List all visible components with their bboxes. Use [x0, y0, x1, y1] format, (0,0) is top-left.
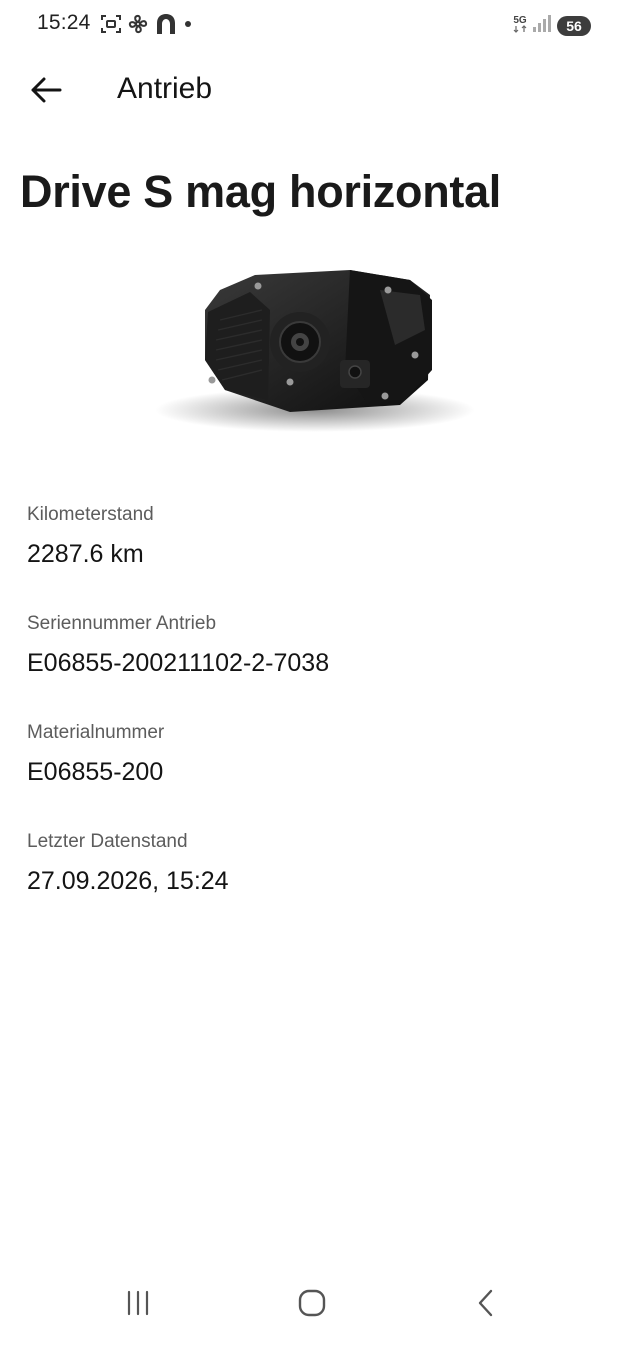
last-data-update-label: Letzter Datenstand [27, 831, 188, 852]
dot-icon [183, 13, 193, 40]
status-icons-left [100, 12, 193, 41]
mileage-label: Kilometerstand [27, 504, 154, 525]
signal-icon [532, 13, 552, 38]
page-title: Drive S mag horizontal [20, 166, 501, 217]
system-nav-bar [0, 1260, 623, 1350]
serial-number-value: E06855-200211102-2-7038 [27, 649, 330, 677]
home-circle-icon [297, 1288, 327, 1323]
battery-icon: 56 [557, 15, 591, 36]
material-number-value: E06855-200 [27, 758, 164, 786]
back-arrow-icon [28, 72, 64, 113]
status-icons-right: 5G 56 [513, 13, 591, 38]
fan-icon [127, 13, 149, 40]
drive-motor-image [150, 250, 480, 440]
home-app-icon [154, 12, 178, 41]
5g-icon: 5G [513, 16, 527, 35]
screenshot-icon [100, 13, 122, 40]
recents-button[interactable] [113, 1280, 163, 1330]
top-bar-title: Antrieb [117, 72, 213, 105]
serial-number-label: Seriennummer Antrieb [27, 613, 217, 634]
detail-last-data-update: Letzter Datenstand 27.09.2026, 15:24 [27, 831, 329, 936]
material-number-label: Materialnummer [27, 722, 165, 743]
detail-list: Kilometerstand 2287.6 km Seriennummer An… [27, 500, 329, 936]
recents-icon [123, 1288, 153, 1323]
top-app-bar: Antrieb [0, 60, 623, 120]
status-time: 15:24 [37, 11, 91, 34]
back-button[interactable] [22, 68, 70, 116]
detail-serial-number: Seriennummer Antrieb E06855-200211102-2-… [27, 613, 329, 718]
nav-back-button[interactable] [462, 1280, 512, 1330]
detail-mileage: Kilometerstand 2287.6 km [27, 504, 329, 609]
home-button[interactable] [287, 1280, 337, 1330]
status-bar: 15:24 5G 56 [0, 0, 623, 48]
last-data-update-value: 27.09.2026, 15:24 [27, 867, 229, 895]
nav-back-icon [472, 1288, 502, 1323]
detail-material-number: Materialnummer E06855-200 [27, 722, 329, 827]
mileage-value: 2287.6 km [27, 540, 144, 568]
